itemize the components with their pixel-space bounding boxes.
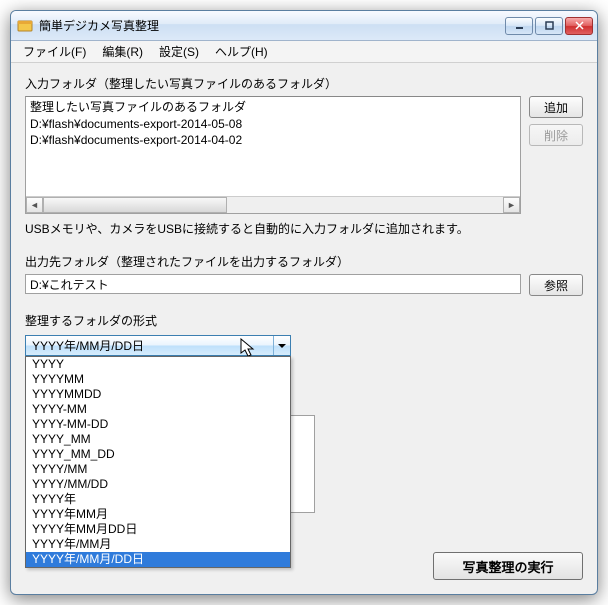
menu-edit[interactable]: 編集(R)	[94, 41, 151, 62]
format-option[interactable]: YYYY年MM月DD日	[26, 522, 290, 537]
horizontal-scrollbar[interactable]: ◄ ►	[26, 196, 520, 213]
input-folder-list[interactable]: 整理したい写真ファイルのあるフォルダ D:¥flash¥documents-ex…	[25, 96, 521, 214]
scroll-thumb[interactable]	[43, 197, 227, 213]
list-item[interactable]: D:¥flash¥documents-export-2014-05-08	[26, 116, 520, 132]
window-title: 簡単デジカメ写真整理	[39, 17, 505, 34]
usb-note: USBメモリや、カメラをUSBに接続すると自動的に入力フォルダに追加されます。	[25, 220, 583, 237]
run-button[interactable]: 写真整理の実行	[433, 552, 583, 580]
menubar: ファイル(F) 編集(R) 設定(S) ヘルプ(H)	[11, 41, 597, 63]
scroll-right-icon[interactable]: ►	[503, 197, 520, 213]
maximize-button[interactable]	[535, 17, 563, 35]
format-option[interactable]: YYYY/MM/DD	[26, 477, 290, 492]
scroll-left-icon[interactable]: ◄	[26, 197, 43, 213]
window-controls	[505, 17, 593, 35]
input-folder-label: 入力フォルダ（整理したい写真ファイルのあるフォルダ）	[25, 75, 583, 92]
format-option[interactable]: YYYY-MM-DD	[26, 417, 290, 432]
format-option[interactable]: YYYY	[26, 357, 290, 372]
output-folder-label: 出力先フォルダ（整理されたファイルを出力するフォルダ）	[25, 253, 583, 270]
format-option[interactable]: YYYY/MM	[26, 462, 290, 477]
format-option[interactable]: YYYYMMDD	[26, 387, 290, 402]
browse-button[interactable]: 参照	[529, 274, 583, 296]
output-folder-field[interactable]	[25, 274, 521, 294]
format-option[interactable]: YYYY年/MM月	[26, 537, 290, 552]
format-label: 整理するフォルダの形式	[25, 312, 583, 329]
app-window: 簡単デジカメ写真整理 ファイル(F) 編集(R) 設定(S) ヘルプ(H) 入力…	[10, 10, 598, 595]
format-option[interactable]: YYYY年MM月	[26, 507, 290, 522]
minimize-button[interactable]	[505, 17, 533, 35]
format-combobox[interactable]: YYYY年/MM月/DD日	[25, 335, 291, 356]
client-area: 入力フォルダ（整理したい写真ファイルのあるフォルダ） 整理したい写真ファイルのあ…	[11, 63, 597, 594]
list-item[interactable]: 整理したい写真ファイルのあるフォルダ	[26, 97, 520, 116]
format-option[interactable]: YYYYMM	[26, 372, 290, 387]
close-button[interactable]	[565, 17, 593, 35]
add-button[interactable]: 追加	[529, 96, 583, 118]
format-option[interactable]: YYYY-MM	[26, 402, 290, 417]
scroll-track[interactable]	[43, 197, 503, 213]
format-selected-value: YYYY年/MM月/DD日	[32, 337, 144, 354]
menu-file[interactable]: ファイル(F)	[15, 41, 94, 62]
format-option[interactable]: YYYY_MM_DD	[26, 447, 290, 462]
list-item[interactable]: D:¥flash¥documents-export-2014-04-02	[26, 132, 520, 148]
delete-button[interactable]: 削除	[529, 124, 583, 146]
format-option[interactable]: YYYY年	[26, 492, 290, 507]
format-option[interactable]: YYYY_MM	[26, 432, 290, 447]
menu-settings[interactable]: 設定(S)	[151, 41, 207, 62]
app-icon	[17, 18, 33, 34]
format-dropdown[interactable]: YYYY YYYYMM YYYYMMDD YYYY-MM YYYY-MM-DD …	[25, 356, 291, 568]
titlebar: 簡単デジカメ写真整理	[11, 11, 597, 41]
menu-help[interactable]: ヘルプ(H)	[207, 41, 276, 62]
format-option[interactable]: YYYY年/MM月/DD日	[26, 552, 290, 567]
chevron-down-icon[interactable]	[273, 336, 290, 355]
